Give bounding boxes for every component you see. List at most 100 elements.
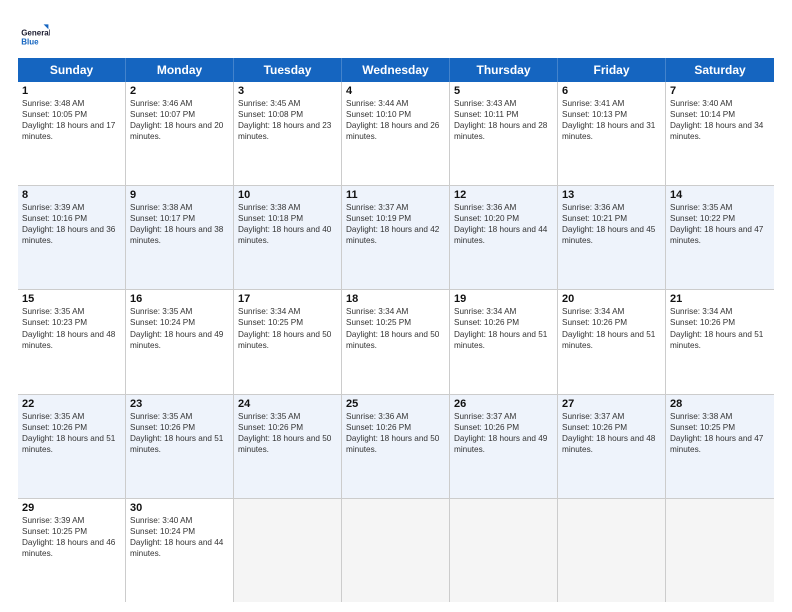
calendar-cell: 3 Sunrise: 3:45 AM Sunset: 10:08 PM Dayl… bbox=[234, 82, 342, 185]
sunset-line: Sunset: 10:17 PM bbox=[130, 213, 229, 224]
svg-text:Blue: Blue bbox=[21, 37, 39, 46]
sunset-line: Sunset: 10:08 PM bbox=[238, 109, 337, 120]
calendar-cell: 18 Sunrise: 3:34 AM Sunset: 10:25 PM Day… bbox=[342, 290, 450, 393]
calendar-cell: 26 Sunrise: 3:37 AM Sunset: 10:26 PM Day… bbox=[450, 395, 558, 498]
daylight-line: Daylight: 18 hours and 48 minutes. bbox=[562, 433, 661, 455]
sunset-line: Sunset: 10:26 PM bbox=[238, 422, 337, 433]
sunset-line: Sunset: 10:11 PM bbox=[454, 109, 553, 120]
sunset-line: Sunset: 10:25 PM bbox=[238, 317, 337, 328]
calendar-row-1: 1 Sunrise: 3:48 AM Sunset: 10:05 PM Dayl… bbox=[18, 82, 774, 186]
sunrise-line: Sunrise: 3:43 AM bbox=[454, 98, 553, 109]
day-number: 18 bbox=[346, 293, 445, 305]
daylight-line: Daylight: 18 hours and 49 minutes. bbox=[454, 433, 553, 455]
sunset-line: Sunset: 10:19 PM bbox=[346, 213, 445, 224]
day-number: 24 bbox=[238, 398, 337, 410]
calendar-cell bbox=[342, 499, 450, 602]
day-number: 30 bbox=[130, 502, 229, 514]
calendar: SundayMondayTuesdayWednesdayThursdayFrid… bbox=[18, 58, 774, 602]
daylight-line: Daylight: 18 hours and 31 minutes. bbox=[562, 120, 661, 142]
svg-text:General: General bbox=[21, 29, 50, 38]
calendar-cell: 4 Sunrise: 3:44 AM Sunset: 10:10 PM Dayl… bbox=[342, 82, 450, 185]
calendar-cell: 29 Sunrise: 3:39 AM Sunset: 10:25 PM Day… bbox=[18, 499, 126, 602]
day-number: 15 bbox=[22, 293, 121, 305]
day-number: 14 bbox=[670, 189, 770, 201]
calendar-cell: 23 Sunrise: 3:35 AM Sunset: 10:26 PM Day… bbox=[126, 395, 234, 498]
calendar-cell: 2 Sunrise: 3:46 AM Sunset: 10:07 PM Dayl… bbox=[126, 82, 234, 185]
calendar-cell: 24 Sunrise: 3:35 AM Sunset: 10:26 PM Day… bbox=[234, 395, 342, 498]
calendar-cell bbox=[234, 499, 342, 602]
sunrise-line: Sunrise: 3:35 AM bbox=[670, 202, 770, 213]
calendar-cell: 8 Sunrise: 3:39 AM Sunset: 10:16 PM Dayl… bbox=[18, 186, 126, 289]
day-number: 8 bbox=[22, 189, 121, 201]
sunrise-line: Sunrise: 3:39 AM bbox=[22, 202, 121, 213]
sunset-line: Sunset: 10:07 PM bbox=[130, 109, 229, 120]
daylight-line: Daylight: 18 hours and 38 minutes. bbox=[130, 224, 229, 246]
sunrise-line: Sunrise: 3:38 AM bbox=[670, 411, 770, 422]
daylight-line: Daylight: 18 hours and 50 minutes. bbox=[238, 433, 337, 455]
sunrise-line: Sunrise: 3:38 AM bbox=[130, 202, 229, 213]
header-day-tuesday: Tuesday bbox=[234, 58, 342, 82]
sunset-line: Sunset: 10:14 PM bbox=[670, 109, 770, 120]
day-number: 12 bbox=[454, 189, 553, 201]
header-day-monday: Monday bbox=[126, 58, 234, 82]
day-number: 7 bbox=[670, 85, 770, 97]
day-number: 9 bbox=[130, 189, 229, 201]
sunrise-line: Sunrise: 3:38 AM bbox=[238, 202, 337, 213]
calendar-row-3: 15 Sunrise: 3:35 AM Sunset: 10:23 PM Day… bbox=[18, 290, 774, 394]
day-number: 28 bbox=[670, 398, 770, 410]
calendar-cell: 17 Sunrise: 3:34 AM Sunset: 10:25 PM Day… bbox=[234, 290, 342, 393]
calendar-cell: 22 Sunrise: 3:35 AM Sunset: 10:26 PM Day… bbox=[18, 395, 126, 498]
sunrise-line: Sunrise: 3:34 AM bbox=[454, 306, 553, 317]
day-number: 10 bbox=[238, 189, 337, 201]
calendar-cell: 15 Sunrise: 3:35 AM Sunset: 10:23 PM Day… bbox=[18, 290, 126, 393]
daylight-line: Daylight: 18 hours and 36 minutes. bbox=[22, 224, 121, 246]
sunrise-line: Sunrise: 3:36 AM bbox=[346, 411, 445, 422]
day-number: 29 bbox=[22, 502, 121, 514]
daylight-line: Daylight: 18 hours and 47 minutes. bbox=[670, 433, 770, 455]
daylight-line: Daylight: 18 hours and 51 minutes. bbox=[22, 433, 121, 455]
daylight-line: Daylight: 18 hours and 26 minutes. bbox=[346, 120, 445, 142]
calendar-cell: 10 Sunrise: 3:38 AM Sunset: 10:18 PM Day… bbox=[234, 186, 342, 289]
sunset-line: Sunset: 10:26 PM bbox=[454, 422, 553, 433]
sunrise-line: Sunrise: 3:39 AM bbox=[22, 515, 121, 526]
calendar-row-4: 22 Sunrise: 3:35 AM Sunset: 10:26 PM Day… bbox=[18, 395, 774, 499]
day-number: 22 bbox=[22, 398, 121, 410]
calendar-cell: 25 Sunrise: 3:36 AM Sunset: 10:26 PM Day… bbox=[342, 395, 450, 498]
sunset-line: Sunset: 10:26 PM bbox=[346, 422, 445, 433]
sunrise-line: Sunrise: 3:44 AM bbox=[346, 98, 445, 109]
sunrise-line: Sunrise: 3:35 AM bbox=[22, 411, 121, 422]
calendar-body: 1 Sunrise: 3:48 AM Sunset: 10:05 PM Dayl… bbox=[18, 82, 774, 602]
sunset-line: Sunset: 10:25 PM bbox=[22, 526, 121, 537]
calendar-cell: 5 Sunrise: 3:43 AM Sunset: 10:11 PM Dayl… bbox=[450, 82, 558, 185]
sunset-line: Sunset: 10:26 PM bbox=[454, 317, 553, 328]
sunrise-line: Sunrise: 3:45 AM bbox=[238, 98, 337, 109]
day-number: 3 bbox=[238, 85, 337, 97]
sunset-line: Sunset: 10:26 PM bbox=[562, 422, 661, 433]
sunrise-line: Sunrise: 3:34 AM bbox=[346, 306, 445, 317]
sunrise-line: Sunrise: 3:34 AM bbox=[238, 306, 337, 317]
page: General Blue SundayMondayTuesdayWednesda… bbox=[0, 0, 792, 612]
day-number: 27 bbox=[562, 398, 661, 410]
calendar-cell: 27 Sunrise: 3:37 AM Sunset: 10:26 PM Day… bbox=[558, 395, 666, 498]
sunrise-line: Sunrise: 3:41 AM bbox=[562, 98, 661, 109]
daylight-line: Daylight: 18 hours and 50 minutes. bbox=[346, 329, 445, 351]
header-day-friday: Friday bbox=[558, 58, 666, 82]
sunset-line: Sunset: 10:13 PM bbox=[562, 109, 661, 120]
daylight-line: Daylight: 18 hours and 34 minutes. bbox=[670, 120, 770, 142]
sunset-line: Sunset: 10:16 PM bbox=[22, 213, 121, 224]
daylight-line: Daylight: 18 hours and 47 minutes. bbox=[670, 224, 770, 246]
day-number: 1 bbox=[22, 85, 121, 97]
sunset-line: Sunset: 10:26 PM bbox=[130, 422, 229, 433]
sunset-line: Sunset: 10:21 PM bbox=[562, 213, 661, 224]
sunset-line: Sunset: 10:25 PM bbox=[670, 422, 770, 433]
calendar-cell: 1 Sunrise: 3:48 AM Sunset: 10:05 PM Dayl… bbox=[18, 82, 126, 185]
calendar-cell: 21 Sunrise: 3:34 AM Sunset: 10:26 PM Day… bbox=[666, 290, 774, 393]
daylight-line: Daylight: 18 hours and 20 minutes. bbox=[130, 120, 229, 142]
day-number: 11 bbox=[346, 189, 445, 201]
calendar-cell: 14 Sunrise: 3:35 AM Sunset: 10:22 PM Day… bbox=[666, 186, 774, 289]
sunrise-line: Sunrise: 3:34 AM bbox=[562, 306, 661, 317]
daylight-line: Daylight: 18 hours and 23 minutes. bbox=[238, 120, 337, 142]
day-number: 23 bbox=[130, 398, 229, 410]
calendar-cell: 12 Sunrise: 3:36 AM Sunset: 10:20 PM Day… bbox=[450, 186, 558, 289]
day-number: 13 bbox=[562, 189, 661, 201]
